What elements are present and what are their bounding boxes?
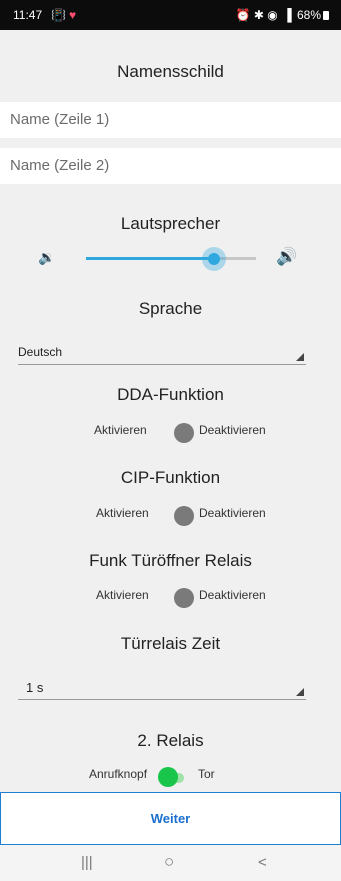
notification-icons: 📳 ♥ xyxy=(51,8,76,22)
relay2-label-left: Anrufknopf xyxy=(89,767,148,781)
relay2-toggle-row: Anrufknopf Tor xyxy=(0,767,341,787)
radio-relay-label-on: Aktivieren xyxy=(96,588,149,602)
recent-apps-icon[interactable]: ||| xyxy=(81,854,93,871)
battery-percent: 68% xyxy=(296,8,321,22)
switch-knob xyxy=(174,506,194,526)
cip-switch[interactable] xyxy=(174,506,198,526)
speaker-low-icon: 🔉 xyxy=(38,249,56,265)
cip-label-off: Deaktivieren xyxy=(199,506,266,520)
dda-switch[interactable] xyxy=(174,423,198,443)
relay2-switch[interactable] xyxy=(158,767,184,787)
notification-icon: 📳 xyxy=(51,8,66,22)
cip-title: CIP-Funktion xyxy=(120,468,221,487)
volume-slider[interactable] xyxy=(86,247,256,271)
home-icon[interactable]: ○ xyxy=(164,852,174,872)
dda-label-off: Deaktivieren xyxy=(199,423,266,437)
speaker-high-icon: 🔊 xyxy=(276,247,298,266)
system-icons: ⏰ ✱ ◉ xyxy=(235,8,278,22)
radio-relay-toggle-row: Aktivieren Deaktivieren xyxy=(0,588,341,608)
language-title: Sprache xyxy=(138,299,203,318)
relay2-label-right: Tor xyxy=(198,767,215,781)
status-right: ⏰ ✱ ◉ ▐ 68% xyxy=(234,8,329,22)
switch-knob xyxy=(174,588,194,608)
back-icon[interactable]: < xyxy=(258,854,267,871)
android-nav-bar: ||| ○ < xyxy=(0,845,341,881)
speaker-title: Lautsprecher xyxy=(120,214,221,233)
door-relay-time-title: Türrelais Zeit xyxy=(120,634,221,653)
signal-icon: ▐ xyxy=(283,8,292,22)
dropdown-arrow-icon xyxy=(296,353,304,361)
volume-fill xyxy=(86,257,214,260)
relay2-title: 2. Relais xyxy=(137,731,204,750)
status-bar: 11:47 📳 ♥ ⏰ ✱ ◉ ▐ 68% xyxy=(0,0,341,30)
nameplate-title: Namensschild xyxy=(117,62,224,81)
next-button[interactable]: Weiter xyxy=(0,792,341,845)
language-selected: Deutsch xyxy=(18,345,63,359)
status-time: 11:47 xyxy=(13,8,43,22)
cip-toggle-row: Aktivieren Deaktivieren xyxy=(0,506,341,526)
dda-label-on: Aktivieren xyxy=(94,423,147,437)
dda-toggle-row: Aktivieren Deaktivieren xyxy=(0,423,341,443)
dda-title: DDA-Funktion xyxy=(117,385,224,404)
door-relay-time-selected: 1 s xyxy=(26,680,44,695)
cip-label-on: Aktivieren xyxy=(96,506,149,520)
language-select[interactable]: Deutsch xyxy=(18,342,306,365)
name-line1-input[interactable]: Name (Zeile 1) xyxy=(0,102,341,138)
radio-relay-title: Funk Türöffner Relais xyxy=(89,551,252,570)
battery-icon xyxy=(323,11,329,20)
switch-knob xyxy=(158,767,178,787)
radio-relay-label-off: Deaktivieren xyxy=(199,588,266,602)
volume-thumb[interactable] xyxy=(208,253,220,265)
name-line2-input[interactable]: Name (Zeile 2) xyxy=(0,148,341,184)
dropdown-arrow-icon xyxy=(296,688,304,696)
switch-knob xyxy=(174,423,194,443)
radio-relay-switch[interactable] xyxy=(174,588,198,608)
heart-icon: ♥ xyxy=(68,8,77,22)
volume-slider-row: 🔉 🔊 xyxy=(0,244,341,274)
door-relay-time-select[interactable]: 1 s xyxy=(18,677,306,700)
